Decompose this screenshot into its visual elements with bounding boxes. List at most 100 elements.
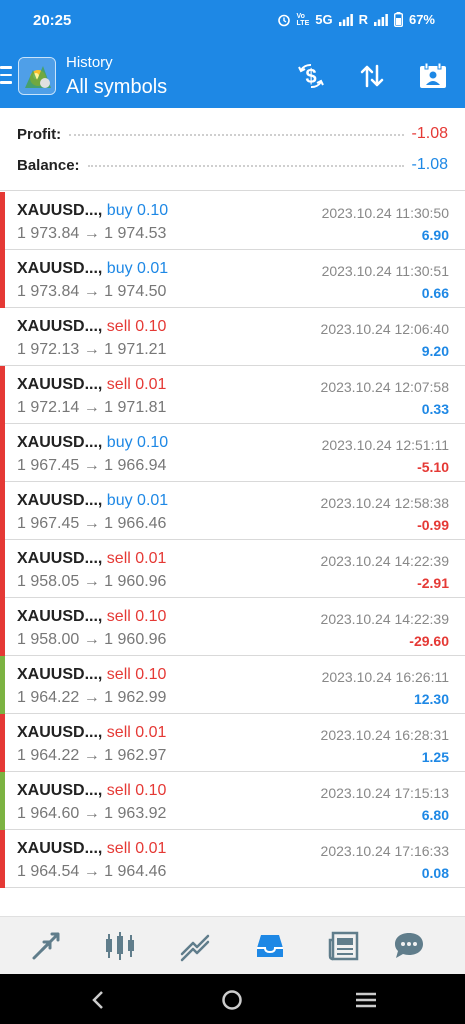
deal-symbol: XAUUSD..., bbox=[17, 666, 103, 683]
bottom-nav bbox=[0, 916, 465, 974]
battery-level: 67% bbox=[408, 12, 435, 27]
deal-profit: -2.91 bbox=[417, 575, 449, 591]
deal-action: sell 0.01 bbox=[106, 840, 167, 857]
deal-profit: -29.60 bbox=[409, 633, 449, 649]
deal-title: XAUUSD..., buy 0.01 bbox=[17, 492, 168, 510]
deal-action: sell 0.01 bbox=[106, 724, 167, 741]
deal-time: 2023.10.24 12:06:40 bbox=[320, 321, 449, 337]
deal-prices: 1 964.54 → 1 964.46 bbox=[17, 863, 167, 880]
deal-row[interactable]: XAUUSD..., sell 0.01 1 958.05 → 1 960.96 2… bbox=[0, 540, 465, 598]
deal-indicator-bar bbox=[0, 656, 5, 714]
volte-icon: Vo LTE bbox=[296, 12, 310, 27]
svg-text:$: $ bbox=[305, 66, 316, 88]
deal-action: buy 0.01 bbox=[106, 492, 169, 509]
deal-profit: 12.30 bbox=[413, 691, 449, 707]
deal-time: 2023.10.24 17:16:33 bbox=[320, 843, 449, 859]
deal-title: XAUUSD..., sell 0.10 bbox=[17, 608, 166, 626]
deal-title: XAUUSD..., buy 0.10 bbox=[17, 202, 168, 220]
deal-row[interactable]: XAUUSD..., sell 0.10 1 958.00 → 1 960.96 2… bbox=[0, 598, 465, 656]
deal-indicator-bar bbox=[0, 250, 5, 308]
deal-title: XAUUSD..., sell 0.01 bbox=[17, 840, 166, 858]
home-icon[interactable] bbox=[220, 988, 244, 1012]
deal-time: 2023.10.24 16:28:31 bbox=[320, 727, 449, 743]
deal-prices: 1 972.14 → 1 971.81 bbox=[17, 399, 167, 416]
profit-label: Profit: bbox=[17, 125, 62, 143]
signal-icon bbox=[338, 13, 353, 26]
deal-time: 2023.10.24 14:22:39 bbox=[320, 611, 449, 627]
app-logo[interactable] bbox=[18, 57, 56, 95]
deal-row[interactable]: XAUUSD..., buy 0.10 1 967.45 → 1 966.94 20… bbox=[0, 424, 465, 482]
deal-action: sell 0.10 bbox=[106, 782, 167, 799]
deal-prices: 1 967.45 → 1 966.94 bbox=[17, 457, 167, 474]
deal-indicator-bar bbox=[0, 830, 5, 888]
news-icon[interactable] bbox=[327, 929, 361, 963]
deal-action: sell 0.01 bbox=[106, 550, 167, 567]
deposit-withdraw-icon[interactable]: $ bbox=[295, 60, 327, 92]
deal-time: 2023.10.24 11:30:51 bbox=[321, 263, 449, 279]
deal-row[interactable]: XAUUSD..., sell 0.10 1 972.13 → 1 971.21 2… bbox=[0, 308, 465, 366]
trade-icon[interactable] bbox=[178, 929, 212, 963]
deal-symbol: XAUUSD..., bbox=[17, 202, 103, 219]
deal-profit: -5.10 bbox=[417, 459, 449, 475]
deal-indicator-bar bbox=[0, 714, 5, 772]
deal-action: buy 0.01 bbox=[106, 260, 169, 277]
deal-prices: 1 964.60 → 1 963.92 bbox=[17, 805, 167, 822]
recents-icon[interactable] bbox=[354, 988, 378, 1012]
deal-indicator-bar bbox=[0, 366, 5, 424]
deal-row[interactable]: XAUUSD..., sell 0.01 1 972.14 → 1 971.81 2… bbox=[0, 366, 465, 424]
chart-icon[interactable] bbox=[103, 929, 137, 963]
calendar-period-icon[interactable] bbox=[417, 60, 449, 92]
deal-title: XAUUSD..., sell 0.01 bbox=[17, 724, 166, 742]
deal-title: XAUUSD..., buy 0.10 bbox=[17, 434, 168, 452]
deal-title: XAUUSD..., sell 0.01 bbox=[17, 550, 166, 568]
deal-profit: 6.80 bbox=[421, 807, 449, 823]
deal-row[interactable]: XAUUSD..., sell 0.01 1 964.22 → 1 962.97 2… bbox=[0, 714, 465, 772]
deal-time: 2023.10.24 14:22:39 bbox=[320, 553, 449, 569]
messages-icon[interactable] bbox=[392, 929, 426, 963]
deal-title: XAUUSD..., sell 0.10 bbox=[17, 318, 166, 336]
deal-prices: 1 964.22 → 1 962.99 bbox=[17, 689, 167, 706]
deal-action: sell 0.10 bbox=[106, 666, 167, 683]
deal-symbol: XAUUSD..., bbox=[17, 492, 103, 509]
deal-profit: 0.33 bbox=[421, 401, 449, 417]
menu-icon[interactable] bbox=[0, 66, 12, 84]
deal-prices: 1 973.84 → 1 974.53 bbox=[17, 225, 167, 242]
deal-indicator-bar bbox=[0, 598, 5, 656]
roaming-indicator: R bbox=[358, 12, 368, 27]
deal-profit: 0.66 bbox=[421, 285, 449, 301]
system-nav-bar bbox=[0, 974, 465, 1024]
deal-profit: -0.99 bbox=[417, 517, 449, 533]
deal-row[interactable]: XAUUSD..., buy 0.10 1 973.84 → 1 974.53 20… bbox=[0, 192, 465, 250]
quotes-icon[interactable] bbox=[29, 929, 63, 963]
deal-profit: 9.20 bbox=[421, 343, 449, 359]
dotted-leader bbox=[69, 134, 404, 136]
deal-profit: 1.25 bbox=[421, 749, 449, 765]
deal-indicator-bar bbox=[0, 424, 5, 482]
profit-row: Profit: -1.08 bbox=[17, 121, 448, 147]
summary-panel: Profit: -1.08 Balance: -1.08 bbox=[0, 108, 465, 191]
balance-value: -1.08 bbox=[411, 156, 448, 173]
deal-prices: 1 967.45 → 1 966.46 bbox=[17, 515, 167, 532]
deal-row[interactable]: XAUUSD..., sell 0.01 1 964.54 → 1 964.46 2… bbox=[0, 830, 465, 888]
deal-row[interactable]: XAUUSD..., buy 0.01 1 973.84 → 1 974.50 20… bbox=[0, 250, 465, 308]
sort-icon[interactable] bbox=[356, 60, 388, 92]
deal-prices: 1 958.05 → 1 960.96 bbox=[17, 573, 167, 590]
deal-symbol: XAUUSD..., bbox=[17, 550, 103, 567]
symbol-filter[interactable]: All symbols bbox=[66, 76, 167, 99]
profit-value: -1.08 bbox=[411, 125, 448, 142]
status-bar: 20:25 Vo LTE 5G R 67% bbox=[0, 0, 465, 44]
deal-indicator-bar bbox=[0, 540, 5, 598]
deal-symbol: XAUUSD..., bbox=[17, 782, 103, 799]
deal-time: 2023.10.24 11:30:50 bbox=[321, 205, 449, 221]
deal-row[interactable]: XAUUSD..., sell 0.10 1 964.60 → 1 963.92 2… bbox=[0, 772, 465, 830]
history-icon[interactable] bbox=[253, 929, 287, 963]
back-icon[interactable] bbox=[86, 988, 110, 1012]
deal-prices: 1 958.00 → 1 960.96 bbox=[17, 631, 167, 648]
deal-title: XAUUSD..., sell 0.10 bbox=[17, 782, 166, 800]
balance-label: Balance: bbox=[17, 156, 80, 174]
deal-row[interactable]: XAUUSD..., buy 0.01 1 967.45 → 1 966.46 20… bbox=[0, 482, 465, 540]
deal-time: 2023.10.24 17:15:13 bbox=[320, 785, 449, 801]
deal-row[interactable]: XAUUSD..., sell 0.10 1 964.22 → 1 962.99 2… bbox=[0, 656, 465, 714]
deal-time: 2023.10.24 12:58:38 bbox=[320, 495, 449, 511]
deal-time: 2023.10.24 12:51:11 bbox=[321, 437, 449, 453]
